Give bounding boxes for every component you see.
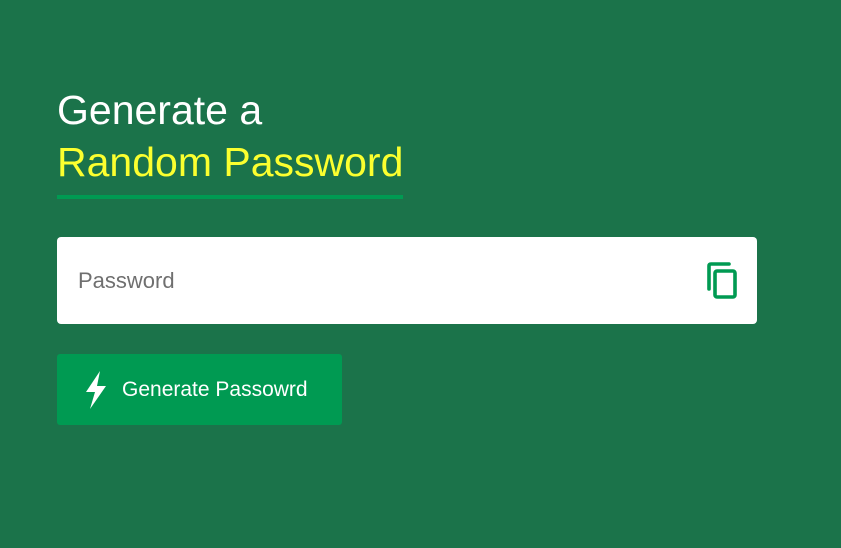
title-line-2-highlight: Random Password [57,136,404,199]
page-title: Generate a Random Password [57,84,757,199]
password-generator-card: Generate a Random Password Generate Pass… [57,84,757,425]
generate-password-button[interactable]: Generate Passowrd [57,354,342,425]
password-field-container [57,237,757,324]
password-input[interactable] [57,237,677,324]
title-line-1: Generate a [57,87,263,133]
lightning-bolt-icon [83,370,109,409]
copy-icon [707,262,737,299]
generate-button-label: Generate Passowrd [122,377,308,401]
copy-button[interactable] [705,262,739,300]
